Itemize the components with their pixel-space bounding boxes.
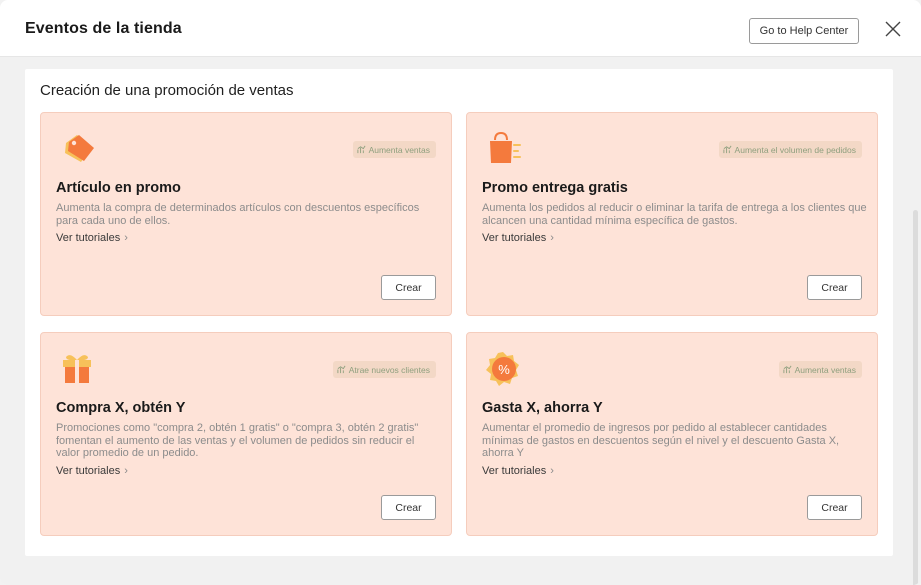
- badge-label: Aumenta el volumen de pedidos: [734, 144, 856, 155]
- close-icon[interactable]: [883, 19, 903, 39]
- trend-icon: [357, 145, 366, 154]
- badge-label: Atrae nuevos clientes: [348, 364, 430, 375]
- chevron-right-icon: ›: [124, 232, 128, 244]
- chevron-right-icon: ›: [124, 464, 128, 477]
- card-description: Aumenta la compra de determinados artícu…: [56, 202, 441, 245]
- badge-label: Aumenta ventas: [794, 364, 856, 375]
- modal-title: Eventos de la tienda: [25, 20, 182, 37]
- benefit-badge: Aumenta el volumen de pedidos: [718, 141, 862, 158]
- chevron-right-icon: ›: [550, 232, 554, 244]
- tag-icon: [57, 129, 97, 169]
- gift-icon: [57, 349, 97, 389]
- badge-label: Aumenta ventas: [368, 144, 430, 155]
- create-button[interactable]: Crear: [381, 275, 436, 300]
- trend-icon: [722, 145, 732, 154]
- description-text: Promociones como "compra 2, obtén 1 grat…: [56, 422, 419, 459]
- store-events-modal: Eventos de la tienda Go to Help Center C…: [0, 0, 921, 585]
- tutorials-link-label: Ver tutoriales: [56, 464, 121, 477]
- create-button[interactable]: Crear: [807, 275, 862, 300]
- card-item-buy-x-get-y: Atrae nuevos clientes Compra X, obtén Y …: [40, 332, 452, 536]
- description-text: Aumentar el promedio de ingresos por ped…: [482, 422, 840, 459]
- create-button[interactable]: Crear: [807, 495, 862, 520]
- card-description: Promociones como "compra 2, obtén 1 grat…: [56, 422, 441, 477]
- card-description: Aumentar el promedio de ingresos por ped…: [482, 422, 867, 477]
- scrollbar[interactable]: [913, 210, 918, 585]
- svg-text:%: %: [498, 362, 510, 377]
- card-item-free-delivery: Aumenta el volumen de pedidos Promo entr…: [466, 112, 878, 316]
- description-text: Aumenta la compra de determinados artícu…: [56, 202, 420, 227]
- tutorials-link[interactable]: Ver tutoriales ›: [56, 465, 128, 478]
- card-item-promo: Aumenta ventas Artículo en promo Aumenta…: [40, 112, 452, 316]
- card-description: Aumenta los pedidos al reducir o elimina…: [482, 202, 867, 245]
- sales-promotion-panel: Creación de una promoción de ventas Aume…: [25, 69, 893, 556]
- card-title: Gasta X, ahorra Y: [482, 400, 603, 416]
- card-item-spend-x-save-y: % Aumenta ventas Gasta X, ahorra Y Aumen…: [466, 332, 878, 536]
- benefit-badge: Aumenta ventas: [778, 361, 862, 378]
- tutorials-link-label: Ver tutoriales: [482, 232, 547, 244]
- trend-icon: [337, 365, 346, 374]
- shopping-bag-icon: [483, 129, 523, 169]
- tutorials-link[interactable]: Ver tutoriales ›: [482, 465, 554, 478]
- trend-icon: [783, 365, 792, 374]
- tutorials-link[interactable]: Ver tutoriales ›: [482, 232, 554, 245]
- tutorials-link[interactable]: Ver tutoriales ›: [56, 232, 128, 245]
- section-title: Creación de una promoción de ventas: [40, 82, 294, 99]
- tutorials-link-label: Ver tutoriales: [56, 232, 121, 244]
- tutorials-link-label: Ver tutoriales: [482, 464, 547, 477]
- benefit-badge: Aumenta ventas: [352, 141, 436, 158]
- modal-header: Eventos de la tienda Go to Help Center: [0, 0, 921, 57]
- percent-badge-icon: %: [483, 349, 523, 389]
- description-text: Aumenta los pedidos al reducir o elimina…: [482, 202, 867, 227]
- benefit-badge: Atrae nuevos clientes: [332, 361, 436, 378]
- card-title: Compra X, obtén Y: [56, 400, 186, 416]
- card-title: Artículo en promo: [56, 180, 181, 196]
- create-button[interactable]: Crear: [381, 495, 436, 520]
- card-title: Promo entrega gratis: [482, 180, 628, 196]
- help-center-button[interactable]: Go to Help Center: [749, 18, 859, 44]
- chevron-right-icon: ›: [550, 464, 554, 477]
